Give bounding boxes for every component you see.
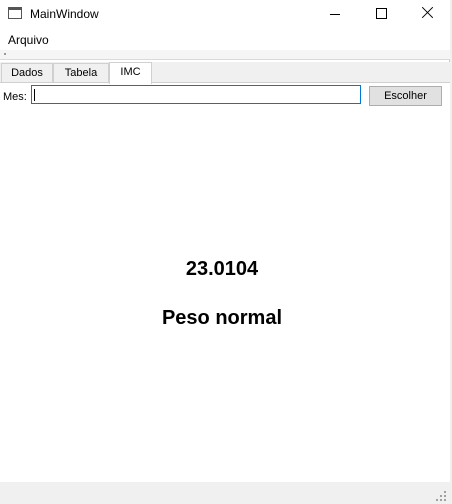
text-caret <box>34 89 35 101</box>
imc-classification: Peso normal <box>161 307 283 329</box>
maximize-button[interactable] <box>358 0 404 28</box>
minimize-button[interactable] <box>312 0 358 28</box>
status-bar <box>0 482 450 504</box>
imc-value: 23.0104 <box>185 258 259 280</box>
window-title: MainWindow <box>30 7 99 21</box>
imc-panel <box>0 82 450 482</box>
size-grip-icon[interactable] <box>436 491 446 501</box>
main-window: MainWindow Arquivo Dados Tabela IMC Mes:… <box>0 0 450 504</box>
close-icon <box>421 6 433 18</box>
tab-dados[interactable]: Dados <box>1 63 53 83</box>
menu-arquivo[interactable]: Arquivo <box>8 33 49 47</box>
tab-bar: Dados Tabela IMC <box>0 62 450 84</box>
title-bar[interactable]: MainWindow <box>0 0 450 28</box>
escolher-button[interactable]: Escolher <box>369 86 442 106</box>
tab-imc[interactable]: IMC <box>109 62 152 84</box>
app-window-icon <box>8 7 22 19</box>
menu-bar: Arquivo <box>0 28 450 50</box>
close-button[interactable] <box>404 0 450 28</box>
mes-input[interactable] <box>31 85 361 104</box>
toolbar-area <box>0 50 450 60</box>
tab-tabela[interactable]: Tabela <box>53 63 109 83</box>
toolbar-grip-icon[interactable] <box>4 53 6 55</box>
mes-label: Mes: <box>3 91 27 103</box>
